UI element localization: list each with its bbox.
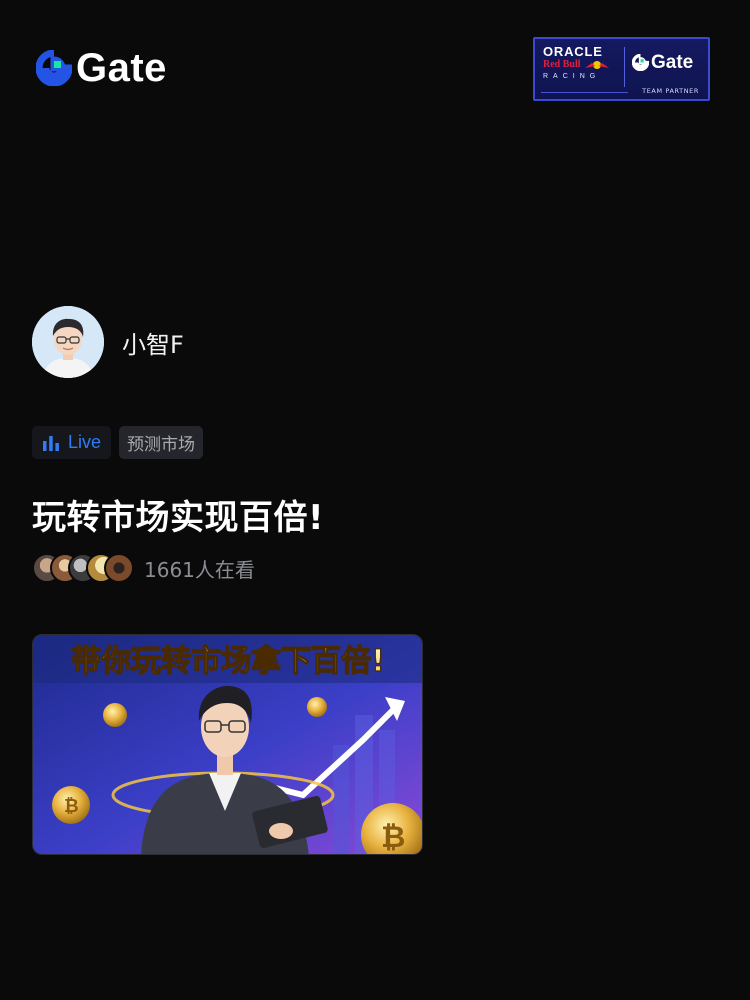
host-name[interactable]: 小智F (122, 325, 184, 360)
gate-logo: Gate (36, 46, 167, 90)
viewer-avatar (104, 553, 134, 583)
team-partner-badge: ORACLE Red Bull RACING Gate TEAM PARTNER (533, 37, 710, 101)
live-label: Live (68, 432, 102, 452)
category-tag[interactable]: 预测市场 (119, 426, 204, 459)
svg-text:₿: ₿ (381, 820, 405, 855)
gate-logo-text: Gate (76, 46, 167, 90)
category-label: 预测市场 (127, 435, 196, 455)
svg-text:₿: ₿ (64, 796, 79, 817)
viewer-avatars (32, 553, 134, 583)
partner-divider (624, 47, 625, 87)
cover-headline: 带你玩转市场拿下百倍! (71, 644, 385, 679)
host-info[interactable]: 小智F (32, 306, 184, 378)
partner-gate-logo: Gate (632, 53, 693, 72)
gate-logo-icon (36, 50, 72, 86)
partner-caption: TEAM PARTNER (535, 86, 708, 99)
stream-cover-image: ₿ ₿ 带你玩转市场拿下百倍! (33, 635, 422, 855)
stream-tags: Live 预测市场 (32, 426, 204, 459)
gate-small-icon (632, 54, 649, 71)
live-badge: Live (32, 426, 112, 459)
viewer-count: 1661人在看 (32, 553, 255, 583)
partner-racing-text: RACING (543, 73, 601, 80)
partner-redbull-text: Red Bull (543, 58, 621, 71)
stream-cover[interactable]: ₿ ₿ 带你玩转市场拿下百倍! (32, 634, 423, 855)
redbull-bulls-icon (584, 60, 609, 69)
user-avatar-icon (32, 306, 104, 378)
stream-title: 玩转市场实现百倍! (32, 498, 325, 538)
host-avatar[interactable] (32, 306, 104, 378)
viewer-count-text: 1661人在看 (144, 557, 255, 582)
partner-oracle-text: ORACLE (543, 44, 603, 59)
live-bars-icon (43, 435, 59, 451)
